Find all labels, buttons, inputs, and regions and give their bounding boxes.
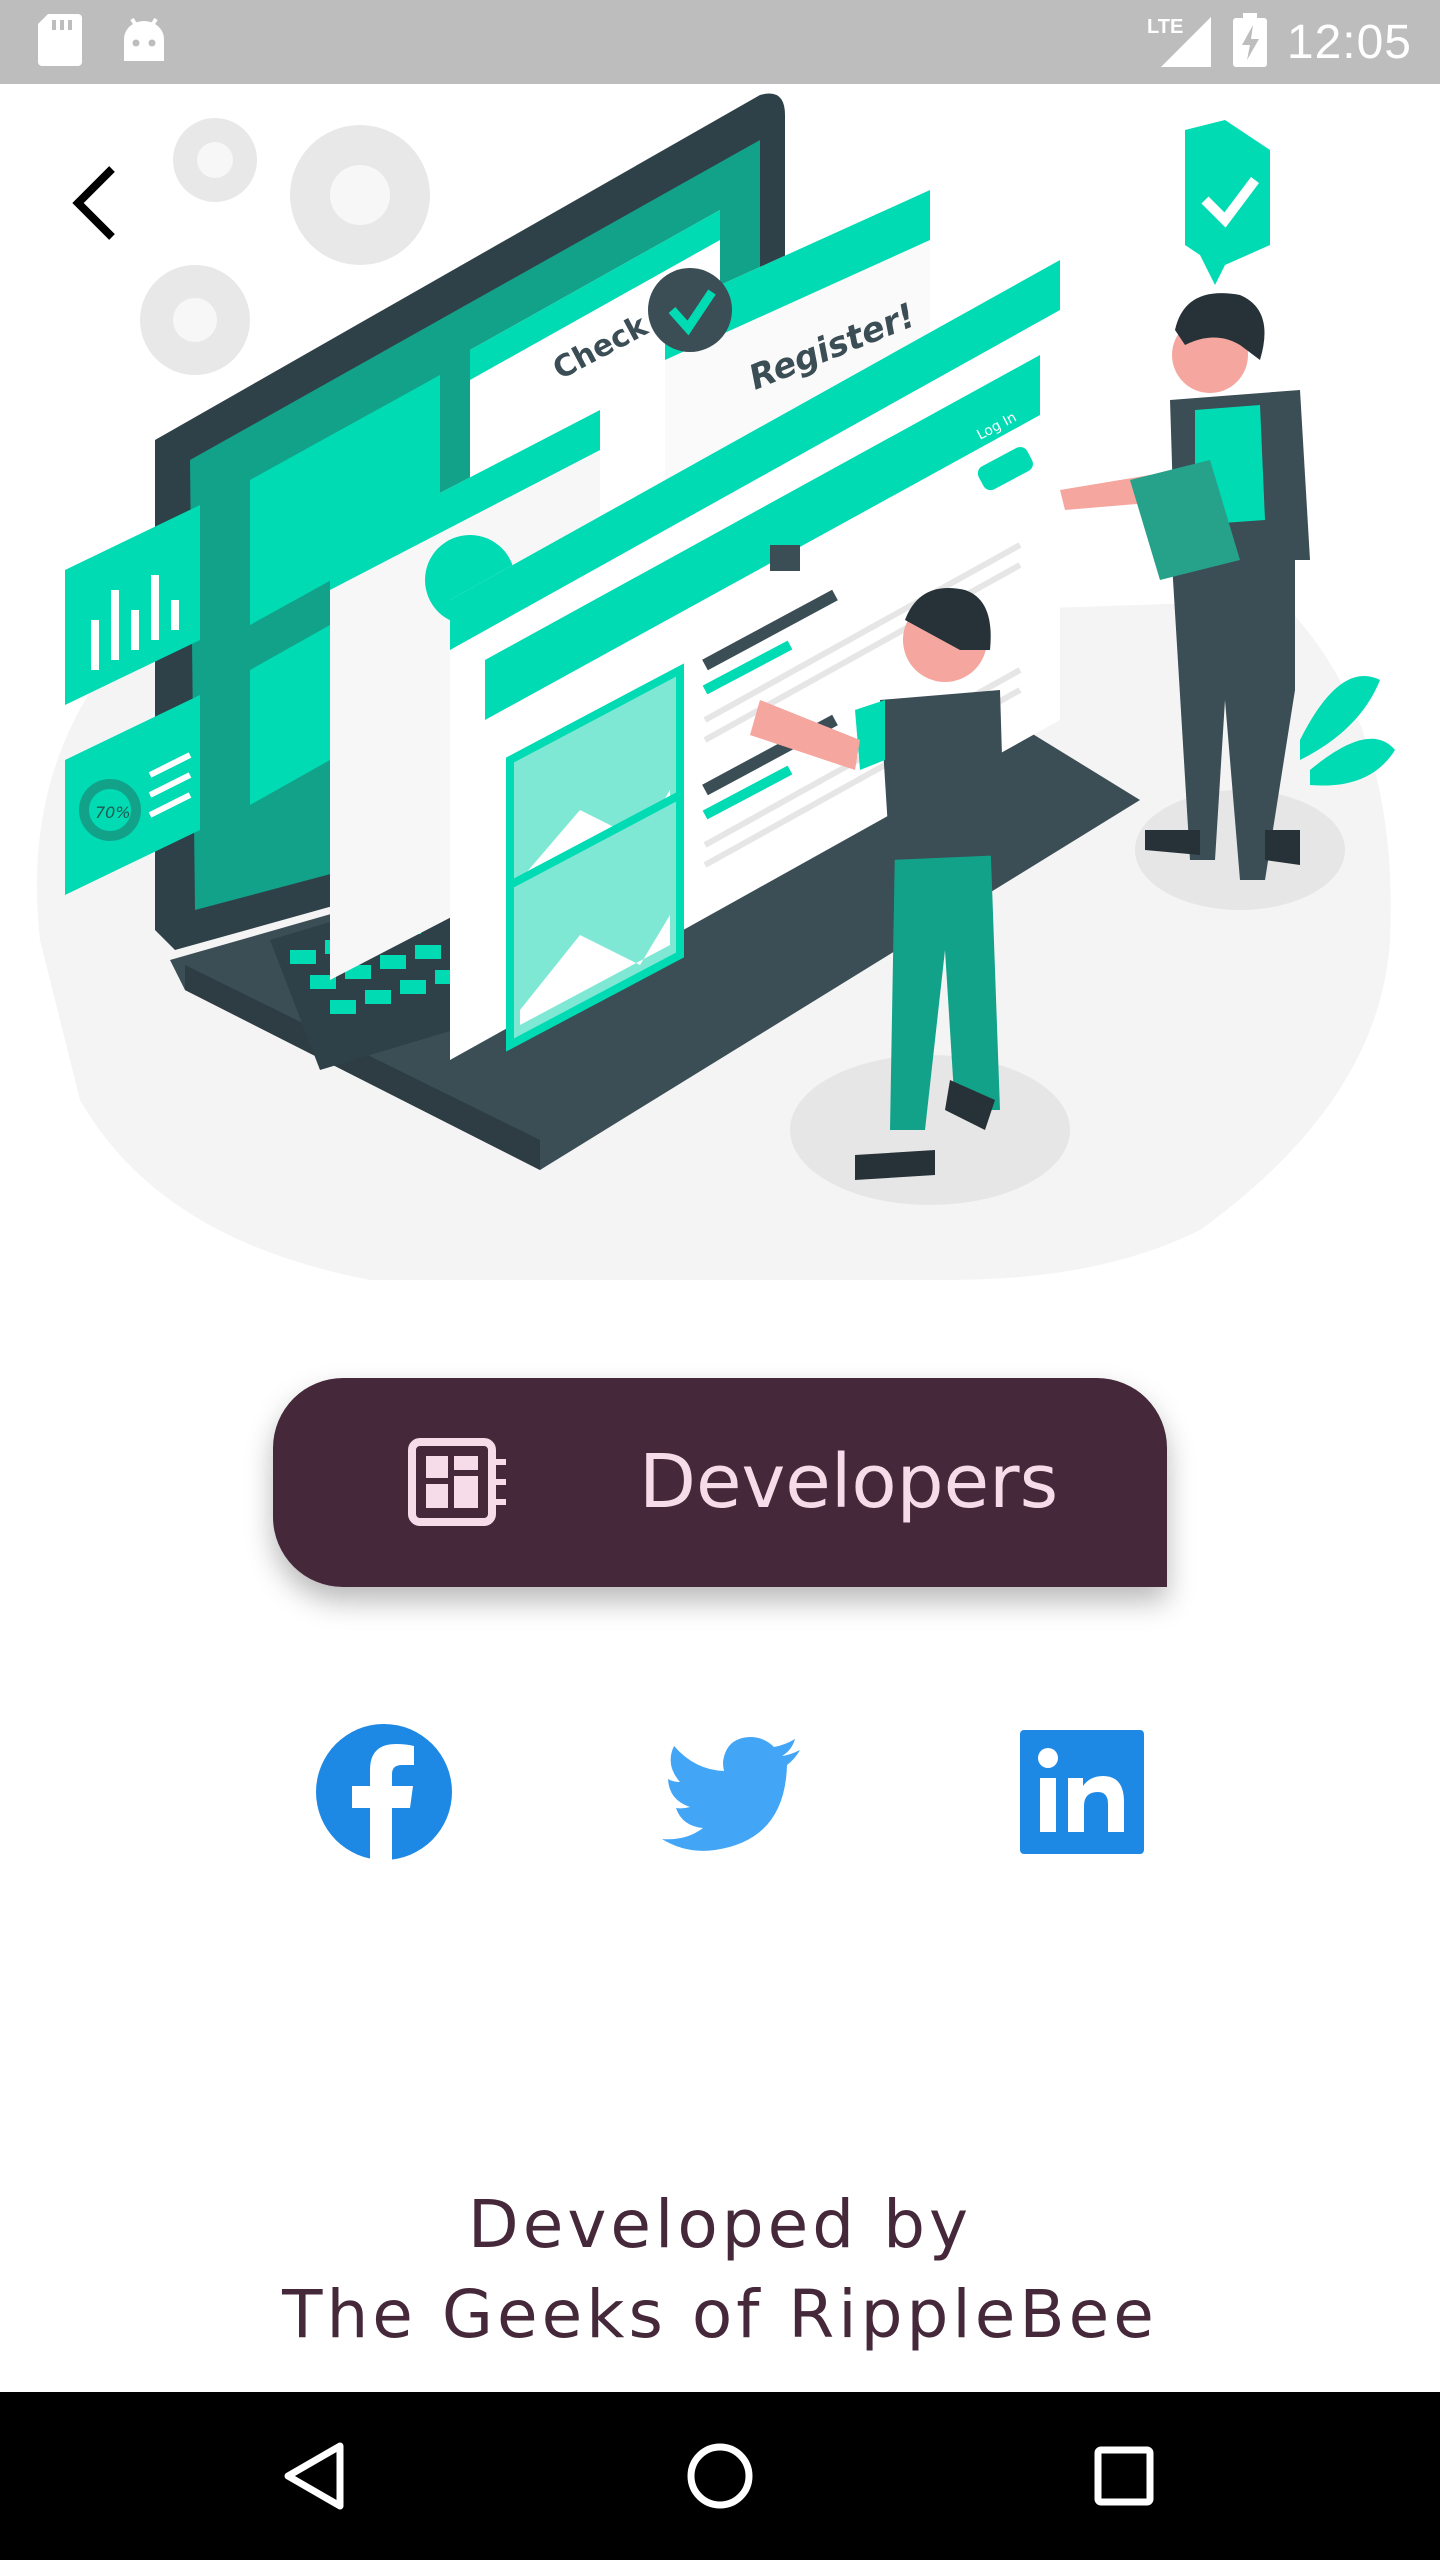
nav-recents-button[interactable]: [1082, 2434, 1166, 2518]
developers-button-label: Developers: [639, 1439, 1059, 1525]
dashboard-grid-icon: [408, 1438, 508, 1526]
credits-line-2: The Geeks of RippleBee: [282, 2276, 1158, 2353]
nav-back-icon: [284, 2442, 344, 2510]
status-left: [38, 14, 166, 70]
nav-home-icon: [687, 2443, 753, 2509]
android-icon: [122, 17, 166, 67]
sd-card-icon: [38, 14, 82, 70]
signal-icon: LTE: [1147, 13, 1213, 71]
twitter-button[interactable]: [660, 1720, 804, 1864]
credits-text: Developed by The Geeks of RippleBee: [0, 2180, 1440, 2360]
status-right: LTE 12:05: [1147, 10, 1412, 74]
nav-back-button[interactable]: [274, 2434, 358, 2518]
linkedin-button[interactable]: [1010, 1720, 1154, 1864]
status-bar: LTE 12:05: [0, 0, 1440, 84]
nav-home-button[interactable]: [678, 2434, 762, 2518]
svg-text:70%: 70%: [95, 803, 131, 822]
chevron-left-icon: [72, 166, 115, 240]
linkedin-icon: [1020, 1730, 1144, 1854]
developers-button[interactable]: Developers: [273, 1378, 1167, 1587]
credits-line-1: Developed by: [467, 2186, 973, 2263]
facebook-icon: [316, 1724, 452, 1860]
facebook-button[interactable]: [312, 1720, 456, 1864]
navigation-bar: [0, 2392, 1440, 2560]
battery-charging-icon: [1232, 13, 1267, 71]
nav-recents-icon: [1094, 2446, 1154, 2506]
status-time: 12:05: [1286, 15, 1412, 69]
hero-illustration: 70% Check out Register! Buy now! Log In: [0, 84, 1440, 1280]
back-button[interactable]: [60, 155, 140, 251]
svg-text:LTE: LTE: [1147, 16, 1183, 38]
twitter-icon: [662, 1737, 800, 1851]
